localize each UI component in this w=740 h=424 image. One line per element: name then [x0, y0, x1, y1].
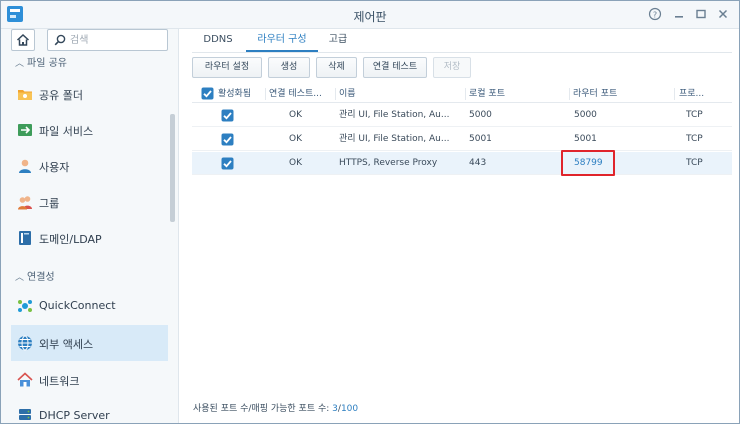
table-row-selected[interactable]: OK HTTPS, Reverse Proxy 443 58799 TCP	[192, 150, 732, 176]
connection-test-status: OK	[289, 110, 302, 120]
connection-test-status: OK	[289, 158, 302, 168]
home-button[interactable]	[11, 29, 35, 51]
chevron-up-icon: ︿	[15, 59, 25, 69]
column-divider	[569, 88, 570, 100]
main-panel: DDNS 라우터 구성 고급 라우터 설정 생성 삭제 연결 테스트 저장 활성…	[180, 29, 739, 423]
section-header-file-sharing[interactable]: ︿ 파일 공유	[15, 54, 67, 72]
connection-test-status: OK	[289, 134, 302, 144]
sidebar-item-group[interactable]: 그룹	[11, 184, 168, 220]
file-services-icon	[18, 124, 32, 136]
sidebar-scrollbar[interactable]	[170, 114, 175, 222]
column-divider	[465, 88, 466, 100]
minimize-icon[interactable]	[671, 7, 687, 23]
home-icon	[16, 33, 30, 46]
column-header-connection-test[interactable]: 연결 테스트...	[269, 85, 334, 103]
create-button[interactable]: 생성	[268, 57, 310, 78]
tab-divider	[192, 52, 732, 53]
column-header-protocol[interactable]: 프로...	[679, 85, 729, 103]
column-header-local-port[interactable]: 로컬 포트	[469, 85, 565, 103]
enabled-checkbox[interactable]	[221, 157, 234, 170]
domain-ldap-icon	[19, 231, 31, 245]
table-header: 활성화됨 연결 테스트... 이름 로컬 포트 라우터 포트 프로...	[192, 85, 732, 103]
sidebar-item-file-services[interactable]: 파일 서비스	[11, 112, 168, 148]
column-header-name[interactable]: 이름	[339, 85, 459, 103]
table-row[interactable]: OK 관리 UI, File Station, Au... 5000 5000 …	[192, 104, 732, 127]
network-icon	[17, 372, 33, 387]
service-name: HTTPS, Reverse Proxy	[339, 158, 438, 168]
router-port: 5001	[574, 134, 597, 144]
section-label: 파일 공유	[27, 58, 67, 69]
service-name: 관리 UI, File Station, Au...	[339, 134, 450, 144]
table-row[interactable]: OK 관리 UI, File Station, Au... 5001 5001 …	[192, 128, 732, 151]
local-port: 5001	[469, 134, 492, 144]
sidebar: ︿파일 공유 공유 폴더 파일 서비스 사용자 그룹 도메인/LDAP ︿연결성…	[1, 29, 179, 423]
chevron-up-icon: ︿	[15, 273, 25, 283]
port-usage-footer: 사용된 포트 수/매핑 가능한 포트 수: 3/100	[193, 401, 358, 414]
local-port: 5000	[469, 110, 492, 120]
column-header-router-port[interactable]: 라우터 포트	[573, 85, 669, 103]
select-all-checkbox[interactable]	[201, 87, 214, 100]
sidebar-search[interactable]	[47, 29, 168, 51]
local-port: 443	[469, 158, 487, 168]
column-header-enabled[interactable]: 활성화됨	[218, 85, 262, 103]
section-label: 연결성	[27, 272, 55, 283]
sidebar-item-user[interactable]: 사용자	[11, 148, 168, 184]
column-divider	[265, 88, 266, 100]
column-divider	[335, 88, 336, 100]
external-access-icon	[18, 335, 32, 351]
total-ports-count: 100	[340, 404, 359, 414]
sidebar-search-input[interactable]	[70, 32, 164, 48]
tab-ddns[interactable]: DDNS	[192, 29, 244, 51]
search-icon	[54, 34, 66, 46]
shared-folder-icon	[18, 90, 32, 100]
quickconnect-icon	[18, 300, 32, 312]
router-port: 5000	[574, 110, 597, 120]
enabled-checkbox[interactable]	[221, 109, 234, 122]
tab-advanced[interactable]: 고급	[320, 29, 356, 51]
maximize-icon[interactable]	[693, 7, 709, 23]
title-bar[interactable]: 제어판 ?	[1, 1, 739, 29]
column-divider	[674, 88, 675, 100]
service-name: 관리 UI, File Station, Au...	[339, 110, 450, 120]
sidebar-item-domain-ldap[interactable]: 도메인/LDAP	[11, 220, 168, 256]
window-title: 제어판	[353, 10, 387, 24]
sidebar-item-shared-folder[interactable]: 공유 폴더	[11, 76, 168, 112]
close-icon[interactable]	[715, 7, 731, 23]
protocol: TCP	[686, 134, 703, 144]
port-usage-label: 사용된 포트 수/매핑 가능한 포트 수:	[193, 404, 330, 414]
sidebar-item-quickconnect[interactable]: QuickConnect	[11, 288, 168, 324]
user-icon	[19, 159, 31, 173]
sidebar-item-external-access[interactable]: 외부 액세스	[11, 325, 168, 361]
svg-text:?: ?	[653, 11, 657, 20]
save-button[interactable]: 저장	[433, 57, 471, 78]
delete-button[interactable]: 삭제	[316, 57, 357, 78]
router-port-highlight-box	[561, 150, 615, 176]
help-icon[interactable]: ?	[647, 7, 663, 23]
group-icon	[18, 196, 32, 210]
sidebar-item-dhcp-server[interactable]: DHCP Server	[11, 398, 168, 423]
protocol: TCP	[686, 158, 703, 168]
tab-router-config[interactable]: 라우터 구성	[246, 29, 318, 51]
enabled-checkbox[interactable]	[221, 133, 234, 146]
router-setup-button[interactable]: 라우터 설정	[192, 57, 262, 78]
connection-test-button[interactable]: 연결 테스트	[363, 57, 427, 78]
dhcp-server-icon	[19, 409, 31, 420]
control-panel-window: 제어판 ? ︿파일 공유 공유 폴더 파일 서	[0, 0, 740, 424]
protocol: TCP	[686, 110, 703, 120]
section-header-connectivity[interactable]: ︿ 연결성	[15, 268, 55, 286]
sidebar-item-network[interactable]: 네트워크	[11, 362, 168, 398]
